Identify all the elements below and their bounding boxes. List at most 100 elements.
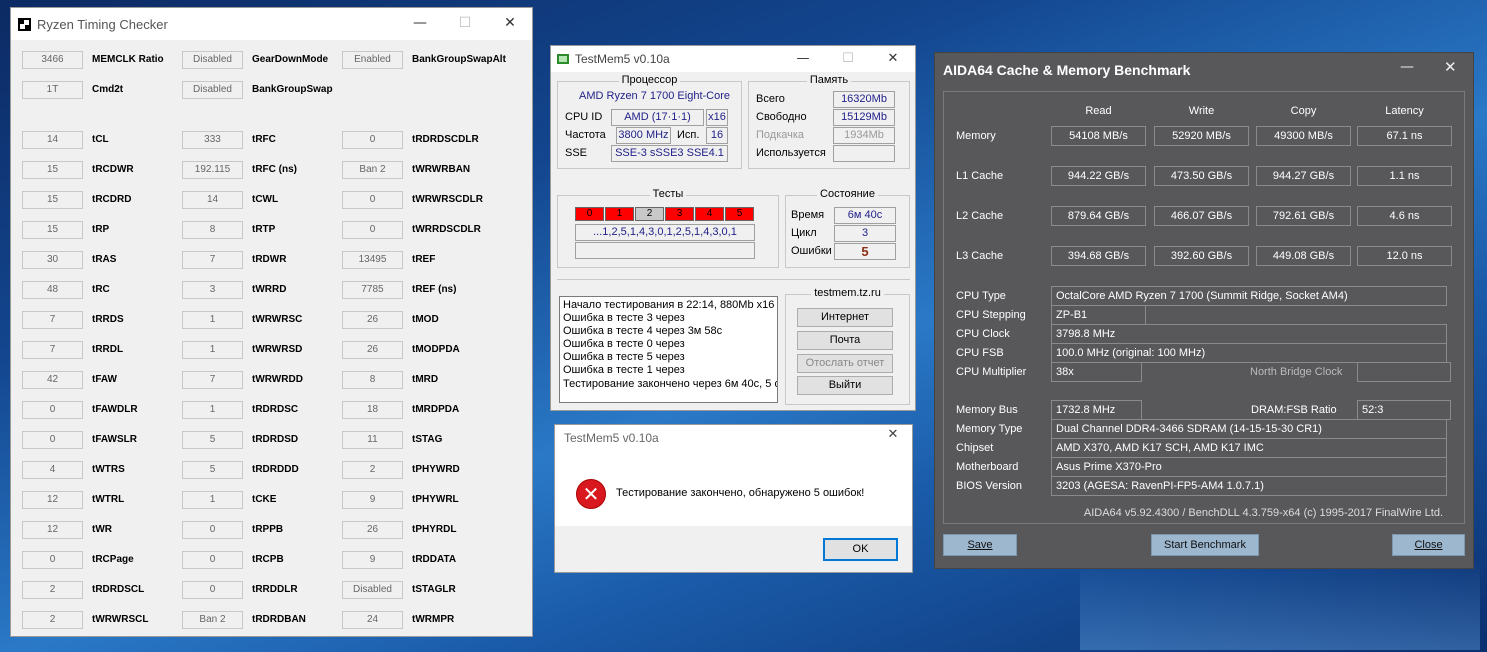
timing-label: tRDRDSC	[252, 404, 299, 415]
test-log[interactable]: Начало тестирования в 22:14, 880Mb x16 Ош…	[559, 296, 778, 403]
timing-value-field: 5	[182, 461, 243, 479]
title-bar[interactable]: TestMem5 v0.10a — ☐ ✕	[551, 46, 915, 72]
timing-value-field: 0	[22, 401, 83, 419]
title-bar[interactable]: Ryzen Timing Checker — ☐ ✕	[11, 8, 532, 40]
timing-value-field: 26	[342, 521, 403, 539]
timing-label: tRDRDSCDLR	[412, 134, 479, 145]
timing-value-field: Ban 2	[342, 161, 403, 179]
maximize-icon: ☐	[842, 51, 854, 66]
timing-value-field: 7	[182, 251, 243, 269]
mail-button[interactable]: Почта	[797, 331, 893, 350]
timing-label: tCKE	[252, 494, 277, 505]
timing-label: tRCDWR	[92, 164, 134, 175]
bench-latency-value: 12.0 ns	[1357, 246, 1452, 266]
bench-write-value: 52920 MB/s	[1154, 126, 1249, 146]
info-value: 100.0 MHz (original: 100 MHz)	[1051, 343, 1447, 363]
errors-value: 5	[834, 243, 896, 260]
save-label: Save	[967, 539, 993, 551]
timing-value-field: Disabled	[182, 81, 243, 99]
timing-label: tRP	[92, 224, 110, 235]
exit-button[interactable]: Выйти	[797, 376, 893, 395]
used-label: Исп.	[677, 129, 700, 141]
used-value: 16	[706, 127, 728, 144]
timing-value-field: 1	[182, 491, 243, 509]
memory-chip-icon	[557, 54, 569, 64]
timing-value-field: 26	[342, 341, 403, 359]
timing-label: tRPPB	[252, 524, 284, 535]
info-label: Motherboard	[956, 461, 1019, 473]
timing-label: BankGroupSwap	[252, 84, 333, 95]
bench-read-value: 394.68 GB/s	[1051, 246, 1146, 266]
start-benchmark-button[interactable]: Start Benchmark	[1151, 534, 1259, 556]
column-header: Write	[1188, 105, 1215, 117]
north-bridge-clock-value	[1357, 362, 1451, 382]
minimize-icon[interactable]: —	[780, 46, 826, 72]
timing-value-field: 9	[342, 491, 403, 509]
error-icon: ✕	[576, 479, 606, 509]
timing-value-field: 2	[22, 611, 83, 629]
timing-label: tRDRDDD	[252, 464, 299, 475]
log-line: Ошибка в тесте 4 через 3м 58с	[563, 325, 723, 338]
timing-label: tPHYRDL	[412, 524, 457, 535]
save-button[interactable]: Save	[943, 534, 1017, 556]
timing-label: tRTP	[252, 224, 276, 235]
log-line: Начало тестирования в 22:14, 880Mb x16	[563, 299, 775, 311]
test-indicator-3: 3	[665, 207, 694, 221]
timing-value-field: 30	[22, 251, 83, 269]
timing-value-field: 0	[182, 581, 243, 599]
timing-label: tWTRS	[92, 464, 125, 475]
time-value: 6м 40с	[834, 207, 896, 224]
timing-label: tRRDDLR	[252, 584, 298, 595]
timing-value-field: 3466	[22, 51, 83, 69]
timing-label: tRCDRD	[92, 194, 132, 205]
bench-copy-value: 449.08 GB/s	[1256, 246, 1351, 266]
column-header: Read	[1085, 105, 1112, 117]
timing-value-field: 1T	[22, 81, 83, 99]
timing-value-field: 1	[182, 401, 243, 419]
minimize-icon[interactable]: —	[1400, 59, 1414, 75]
close-icon[interactable]: ✕	[878, 427, 908, 449]
test-indicator-4: 4	[695, 207, 724, 221]
timing-label: tPHYWRD	[412, 464, 460, 475]
info-value: 3203 (AGESA: RavenPI-FP5-AM4 1.0.7.1)	[1051, 476, 1447, 496]
close-icon[interactable]: ✕	[1444, 58, 1457, 76]
ok-button[interactable]: OK	[823, 538, 898, 561]
timing-label: tRDWR	[252, 254, 287, 265]
column-header: Copy	[1290, 105, 1317, 117]
bench-copy-value: 792.61 GB/s	[1256, 206, 1351, 226]
close-icon[interactable]: ✕	[487, 8, 533, 38]
timing-label: tFAW	[92, 374, 117, 385]
timing-label: tFAWDLR	[92, 404, 138, 415]
timing-label: tWRWRSC	[252, 314, 303, 325]
info-label: CPU Stepping	[956, 309, 1026, 321]
bench-write-value: 473.50 GB/s	[1154, 166, 1249, 186]
internet-button[interactable]: Интернет	[797, 308, 893, 327]
timing-value-field: 2	[342, 461, 403, 479]
timing-value-field: 0	[342, 131, 403, 149]
column-header: Latency	[1385, 105, 1424, 117]
state-group-caption: Состояние	[817, 188, 878, 200]
timing-label: tRCPage	[92, 554, 134, 565]
timing-label: tRAS	[92, 254, 117, 265]
north-bridge-clock-label: North Bridge Clock	[1250, 366, 1343, 378]
close-icon[interactable]: ✕	[870, 46, 916, 72]
bench-write-value: 466.07 GB/s	[1154, 206, 1249, 226]
dialog-footer: OK	[555, 526, 912, 572]
testmem5-window: TestMem5 v0.10a — ☐ ✕ Процессор AMD Ryze…	[550, 45, 916, 411]
timing-value-field: 13495	[342, 251, 403, 269]
freq-label: Частота	[565, 129, 606, 141]
minimize-icon[interactable]: —	[397, 8, 443, 38]
timing-label: tRFC (ns)	[252, 164, 297, 175]
log-line: Ошибка в тесте 5 через	[563, 351, 685, 364]
mem-swap-value: 1934Mb	[833, 127, 895, 144]
timing-value-field: 9	[342, 551, 403, 569]
window-title: TestMem5 v0.10a	[575, 52, 670, 66]
timing-label: tREF	[412, 254, 436, 265]
mem-used-label: Используется	[756, 147, 826, 159]
bench-latency-value: 1.1 ns	[1357, 166, 1452, 186]
timing-value-field: 7	[22, 311, 83, 329]
bench-copy-value: 49300 MB/s	[1256, 126, 1351, 146]
timing-value-field: 0	[22, 551, 83, 569]
log-line: Ошибка в тесте 0 через	[563, 338, 685, 351]
close-button[interactable]: Close	[1392, 534, 1465, 556]
